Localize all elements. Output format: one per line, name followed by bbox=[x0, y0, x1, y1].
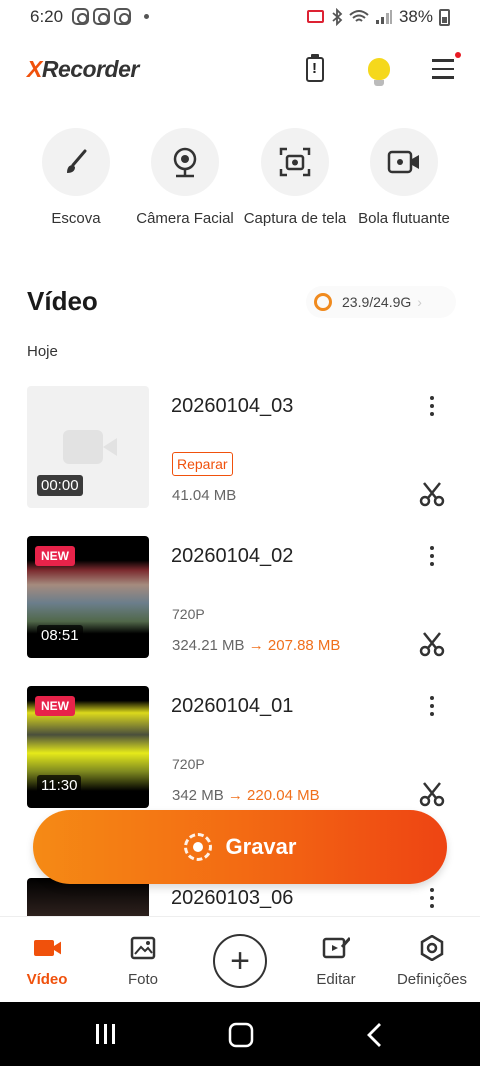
video-resolution: 720P bbox=[172, 606, 205, 622]
video-camera-icon bbox=[33, 935, 61, 961]
status-right: 38% bbox=[306, 7, 450, 27]
tool-label: Bola flutuante bbox=[358, 210, 450, 227]
video-size: 324.21 MB → 207.88 MB bbox=[172, 637, 341, 654]
tool-label: Captura de tela bbox=[243, 210, 347, 227]
scissors-icon[interactable] bbox=[418, 630, 446, 658]
section-title: Vídeo bbox=[27, 286, 98, 316]
video-name: 20260103_06 bbox=[171, 887, 294, 909]
nav-settings[interactable]: Definições bbox=[387, 935, 477, 988]
settings-icon bbox=[418, 935, 446, 961]
date-group-label: Hoje bbox=[27, 343, 58, 360]
video-duration: 08:51 bbox=[37, 625, 83, 646]
more-options-icon[interactable] bbox=[426, 546, 438, 566]
system-navigation-bar bbox=[0, 1002, 480, 1066]
tool-brush[interactable]: Escova bbox=[16, 128, 136, 229]
wifi-icon bbox=[349, 10, 369, 22]
video-thumbnail[interactable]: 00:00 bbox=[27, 386, 149, 508]
tool-label: Câmera Facial bbox=[136, 210, 234, 227]
chevron-right-icon: › bbox=[417, 294, 422, 310]
add-button[interactable]: + bbox=[213, 934, 267, 988]
new-badge: NEW bbox=[35, 696, 75, 716]
record-icon bbox=[183, 833, 212, 861]
back-icon[interactable] bbox=[366, 1022, 382, 1048]
video-name: 20260104_02 bbox=[171, 545, 294, 567]
more-notifications-icon bbox=[144, 14, 149, 19]
tool-floating-ball[interactable]: Bola flutuante bbox=[344, 128, 464, 229]
bluetooth-icon bbox=[332, 8, 343, 26]
video-size: 41.04 MB bbox=[172, 487, 237, 504]
tool-label: Escova bbox=[51, 210, 101, 227]
cast-icon bbox=[306, 10, 324, 23]
hamburger-menu-icon[interactable] bbox=[428, 54, 458, 84]
lightbulb-icon[interactable] bbox=[364, 54, 394, 86]
video-name: 20260104_01 bbox=[171, 695, 294, 717]
clipboard-alert-icon[interactable] bbox=[300, 53, 330, 84]
video-thumbnail[interactable]: NEW 11:30 bbox=[27, 686, 149, 808]
record-button[interactable]: Gravar bbox=[33, 810, 447, 884]
instagram-icon bbox=[114, 8, 131, 25]
more-options-icon[interactable] bbox=[426, 396, 438, 416]
status-bar: 6:20 38% bbox=[0, 0, 480, 34]
video-thumbnail[interactable]: NEW 08:51 bbox=[27, 536, 149, 658]
tools-row: Escova Câmera Facial Captura de tela Bol… bbox=[0, 128, 480, 258]
app-logo: XRecorder bbox=[27, 56, 139, 82]
record-label: Gravar bbox=[225, 834, 297, 859]
recent-apps-icon[interactable] bbox=[94, 1022, 118, 1046]
bottom-navigation: Vídeo Foto + Editar Definições bbox=[0, 916, 480, 1002]
battery-percent: 38% bbox=[398, 7, 433, 26]
video-duration: 00:00 bbox=[37, 475, 83, 496]
storage-text: 23.9/24.9G bbox=[342, 294, 412, 310]
scissors-icon[interactable] bbox=[418, 780, 446, 808]
more-options-icon[interactable] bbox=[426, 888, 438, 908]
tool-screenshot[interactable]: Captura de tela bbox=[235, 128, 355, 229]
nav-edit[interactable]: Editar bbox=[291, 935, 381, 988]
floating-ball-icon bbox=[370, 128, 438, 196]
instagram-icon bbox=[72, 8, 89, 25]
brush-icon bbox=[42, 128, 110, 196]
photo-icon bbox=[129, 935, 157, 961]
new-badge: NEW bbox=[35, 546, 75, 566]
scissors-icon[interactable] bbox=[418, 480, 446, 508]
video-list-item[interactable]: NEW 11:30 20260104_01 720P 342 MB → 220.… bbox=[0, 686, 480, 810]
nav-photo[interactable]: Foto bbox=[98, 935, 188, 988]
status-time: 6:20 bbox=[30, 7, 64, 26]
battery-icon bbox=[439, 8, 450, 26]
notification-dot bbox=[455, 52, 461, 58]
storage-indicator[interactable]: 23.9/24.9G › bbox=[306, 286, 456, 318]
face-camera-icon bbox=[151, 128, 219, 196]
more-options-icon[interactable] bbox=[426, 696, 438, 716]
repair-button[interactable]: Reparar bbox=[172, 452, 233, 476]
nav-video[interactable]: Vídeo bbox=[2, 935, 92, 988]
video-duration: 11:30 bbox=[37, 775, 82, 796]
video-list-item[interactable]: 00:00 20260104_03 Reparar 41.04 MB bbox=[0, 386, 480, 510]
instagram-icon bbox=[93, 8, 110, 25]
video-name: 20260104_03 bbox=[171, 395, 294, 417]
storage-ring-icon bbox=[314, 293, 332, 311]
video-list-item[interactable]: NEW 08:51 20260104_02 720P 324.21 MB → 2… bbox=[0, 536, 480, 660]
screenshot-icon bbox=[261, 128, 329, 196]
video-placeholder-icon bbox=[63, 430, 117, 464]
signal-icon bbox=[375, 10, 392, 24]
video-resolution: 720P bbox=[172, 756, 205, 772]
notification-icons bbox=[72, 8, 149, 25]
app-header: XRecorder bbox=[0, 44, 480, 94]
tool-face-camera[interactable]: Câmera Facial bbox=[125, 128, 245, 229]
home-icon[interactable] bbox=[228, 1022, 254, 1048]
edit-video-icon bbox=[322, 935, 350, 961]
video-size: 342 MB → 220.04 MB bbox=[172, 787, 320, 804]
